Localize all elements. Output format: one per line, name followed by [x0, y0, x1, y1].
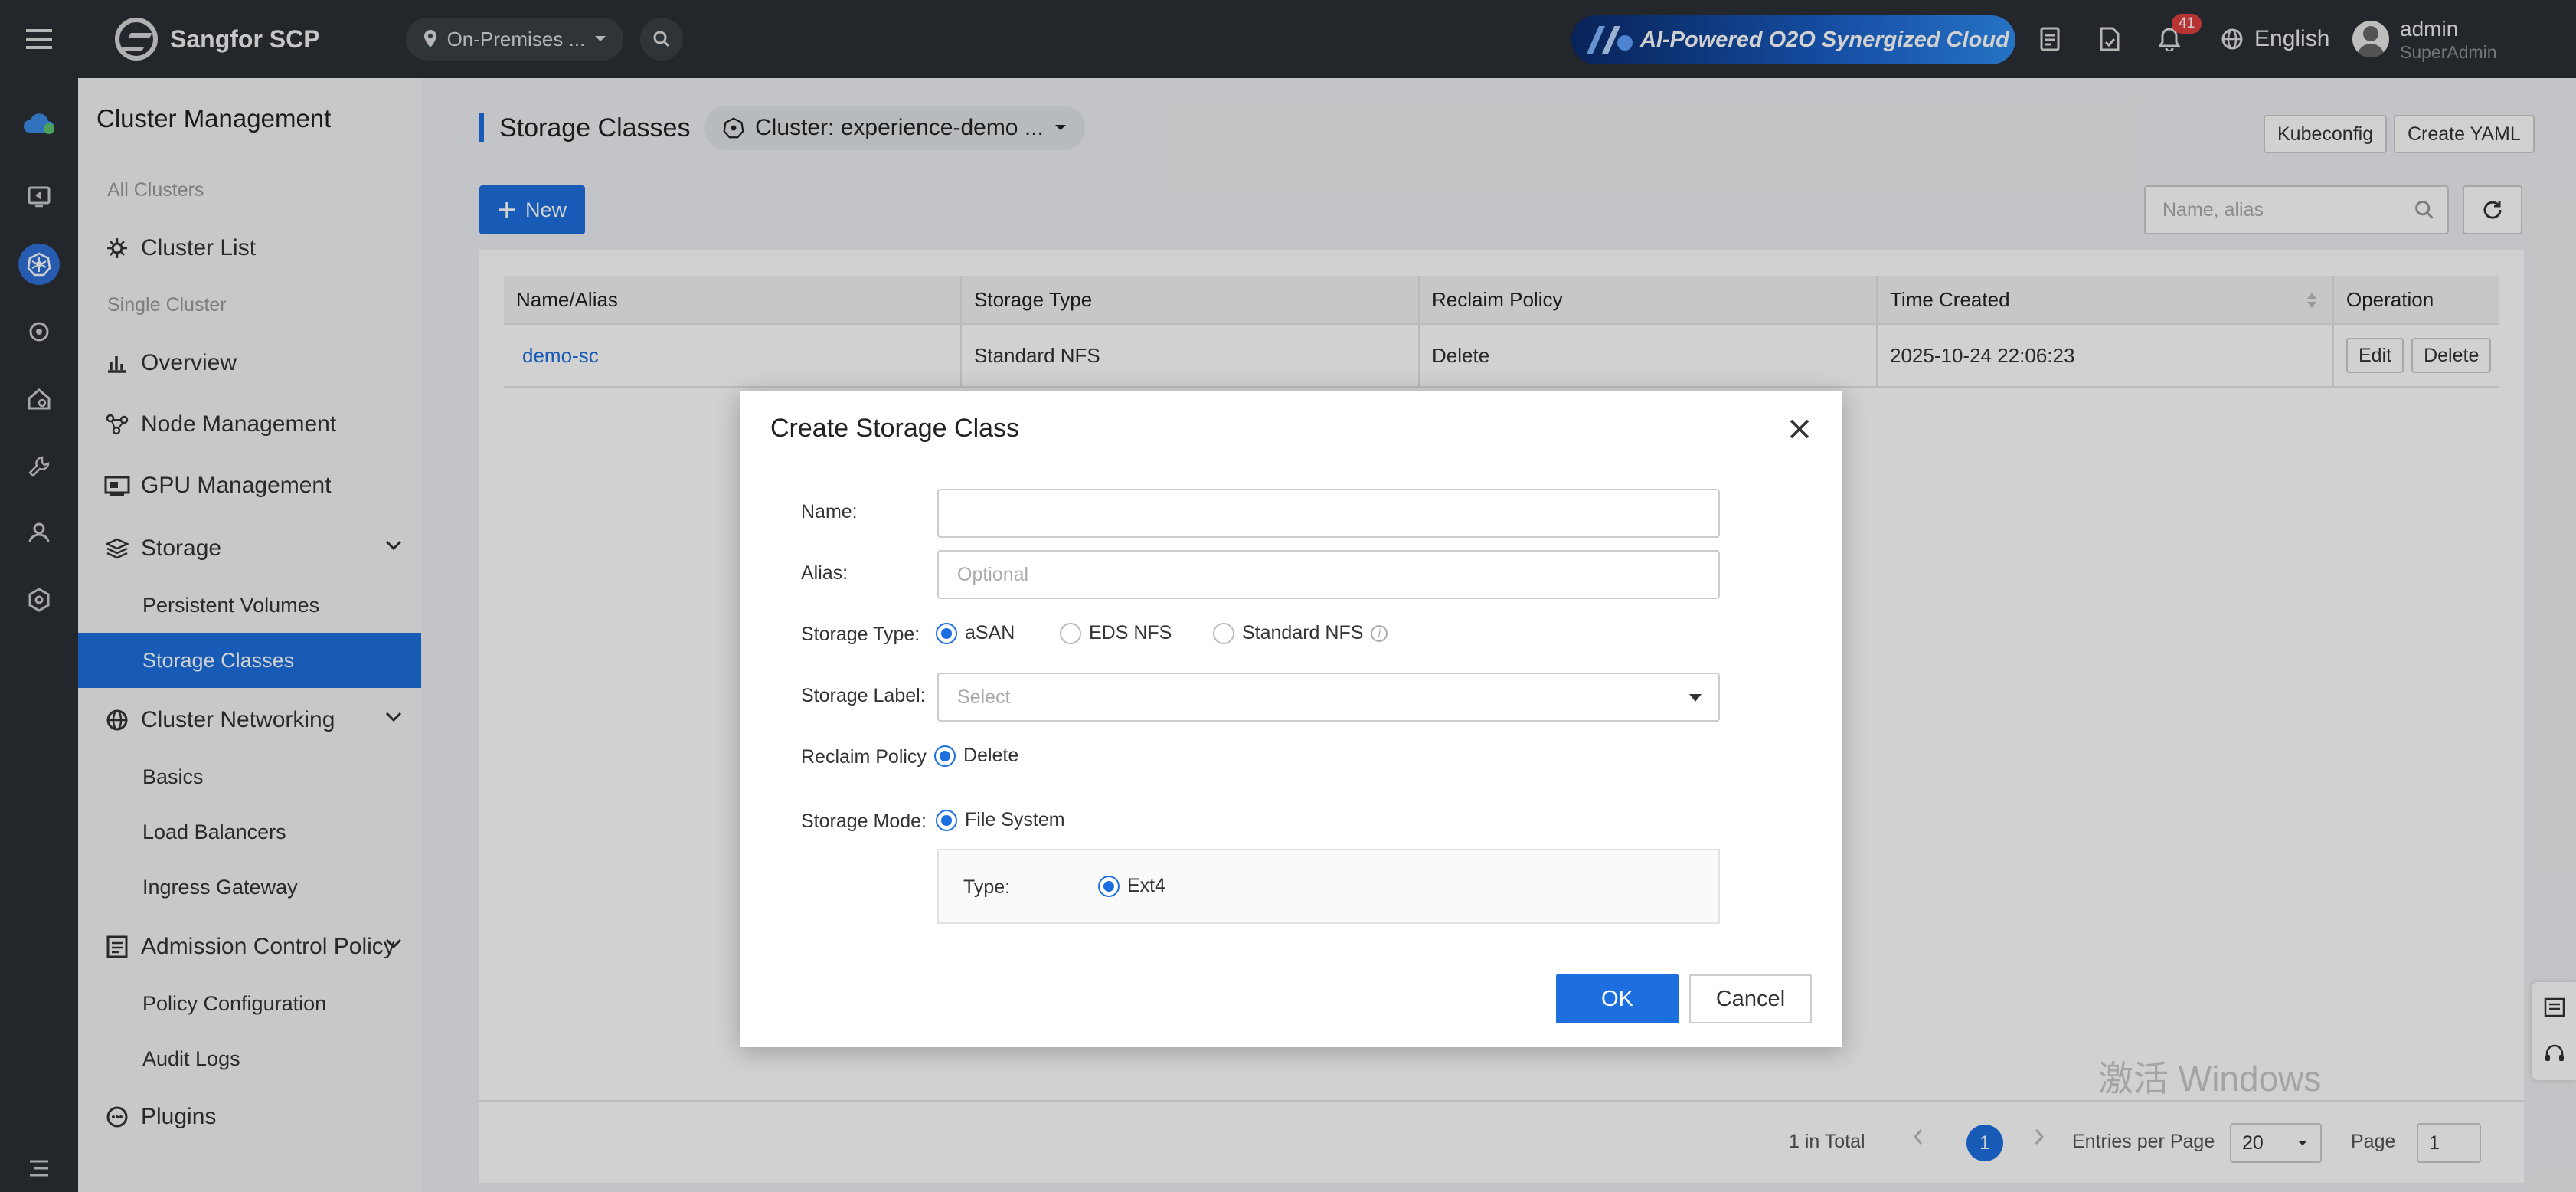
storage-type-label: Storage Type:: [801, 624, 920, 645]
radio-unselected-icon: [1060, 622, 1081, 644]
close-icon[interactable]: [1781, 411, 1818, 447]
radio-selected-icon: [934, 745, 956, 767]
storage-type-asan-radio[interactable]: aSAN: [936, 622, 1015, 644]
name-field[interactable]: [937, 489, 1720, 538]
create-storage-class-dialog: Create Storage Class Name: Alias: Option…: [740, 391, 1842, 1047]
type-ext4-radio[interactable]: Ext4: [1098, 875, 1165, 897]
storage-mode-label: Storage Mode:: [801, 810, 927, 832]
storage-label-select[interactable]: Select: [937, 673, 1720, 722]
info-icon[interactable]: i: [1371, 624, 1388, 642]
file-system-options: [937, 849, 1720, 924]
storage-label-label: Storage Label:: [801, 685, 926, 706]
cancel-button[interactable]: Cancel: [1689, 974, 1812, 1023]
radio-selected-icon: [1098, 875, 1120, 897]
alias-label: Alias:: [801, 562, 848, 584]
radio-label: EDS NFS: [1089, 622, 1172, 643]
caret-down-icon: [1689, 694, 1702, 702]
radio-label: File System: [965, 809, 1065, 830]
dialog-title: Create Storage Class: [770, 414, 1020, 443]
radio-selected-icon: [936, 622, 957, 644]
storage-mode-file-system-radio[interactable]: File System: [936, 809, 1065, 831]
radio-label: aSAN: [965, 622, 1015, 643]
radio-label: Ext4: [1127, 875, 1166, 896]
storage-type-eds-nfs-radio[interactable]: EDS NFS: [1060, 622, 1172, 644]
ok-button[interactable]: OK: [1556, 974, 1679, 1023]
alias-placeholder: Optional: [957, 563, 1029, 585]
storage-label-placeholder: Select: [957, 686, 1011, 708]
name-label: Name:: [801, 501, 858, 522]
storage-type-standard-nfs-radio[interactable]: Standard NFS i: [1213, 622, 1388, 644]
reclaim-policy-label: Reclaim Policy: [801, 746, 927, 768]
type-label: Type:: [963, 876, 1011, 898]
radio-label: Standard NFS: [1242, 622, 1364, 643]
radio-label: Delete: [963, 745, 1019, 766]
radio-unselected-icon: [1213, 622, 1234, 644]
alias-field[interactable]: Optional: [937, 550, 1720, 599]
reclaim-policy-delete-radio[interactable]: Delete: [934, 745, 1018, 767]
radio-selected-icon: [936, 809, 957, 831]
